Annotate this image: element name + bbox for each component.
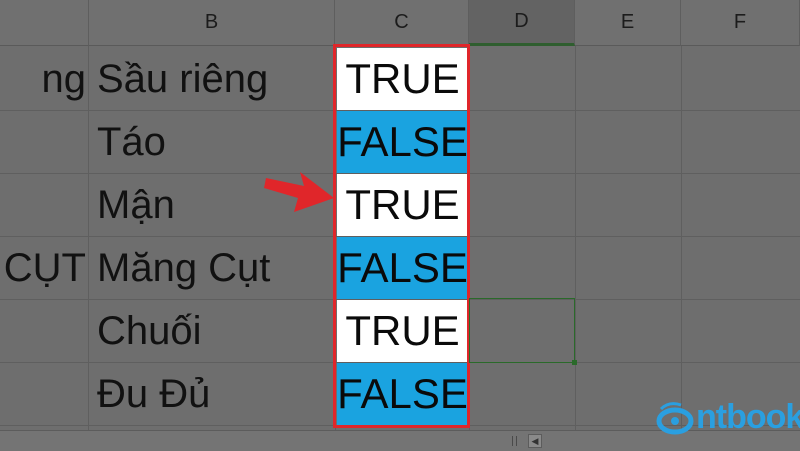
arrow-right-icon xyxy=(264,172,334,212)
gridline xyxy=(575,46,576,430)
scroll-left-icon[interactable]: ◀ xyxy=(528,434,542,448)
fill-handle[interactable] xyxy=(572,360,577,365)
column-header-f[interactable]: F xyxy=(681,0,800,46)
cell-b6[interactable]: Đu Đủ xyxy=(89,363,335,425)
brand-logo: ntbook xyxy=(655,398,800,437)
gridline xyxy=(335,46,336,430)
cell-b2[interactable]: Táo xyxy=(89,111,335,173)
gridline xyxy=(469,46,470,430)
scroll-split-handle[interactable] xyxy=(512,436,517,446)
column-header-a[interactable] xyxy=(0,0,89,46)
cell-b1[interactable]: Sầu riêng xyxy=(89,48,335,110)
cell-c1[interactable]: TRUE xyxy=(337,48,468,110)
cell-c4[interactable]: FALSE xyxy=(337,237,468,299)
column-header-b[interactable]: B xyxy=(89,0,335,46)
column-header-e[interactable]: E xyxy=(575,0,681,46)
active-cell-selection[interactable] xyxy=(469,298,575,363)
cell-a6[interactable] xyxy=(0,363,88,425)
cell-c3[interactable]: TRUE xyxy=(337,174,468,236)
cell-a4[interactable]: CỤT xyxy=(0,237,88,299)
logo-text: ntbook xyxy=(696,398,800,436)
cell-a2[interactable] xyxy=(0,111,88,173)
spreadsheet-grid: B C D E F ng Sầu riêng TRUE Táo FALSE Mậ… xyxy=(0,0,800,451)
cell-b5[interactable]: Chuối xyxy=(89,300,335,362)
cell-b4[interactable]: Măng Cụt xyxy=(89,237,335,299)
cell-c6[interactable]: FALSE xyxy=(337,363,468,425)
column-header-c[interactable]: C xyxy=(335,0,469,46)
gridline xyxy=(681,46,682,430)
logo-swirl-icon xyxy=(656,401,694,434)
cell-a5[interactable] xyxy=(0,300,88,362)
column-header-d[interactable]: D xyxy=(469,0,575,46)
cell-c5[interactable]: TRUE xyxy=(337,300,468,362)
cell-a1[interactable]: ng xyxy=(0,48,88,110)
cell-a3[interactable] xyxy=(0,174,88,236)
cell-c2[interactable]: FALSE xyxy=(337,111,468,173)
